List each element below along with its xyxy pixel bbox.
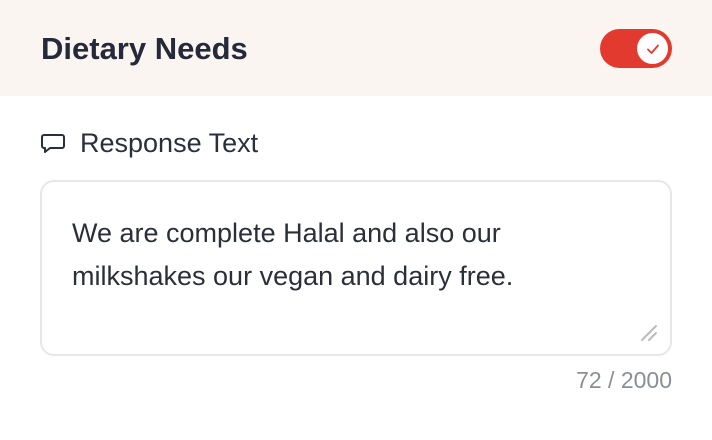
character-count: 72 / 2000 <box>576 367 672 393</box>
check-icon <box>645 41 661 57</box>
response-text-label-text: Response Text <box>80 128 259 158</box>
dietary-needs-toggle[interactable] <box>600 29 672 68</box>
speech-bubble-icon <box>40 130 66 156</box>
response-textarea-value: We are complete Halal and also our milks… <box>72 218 514 291</box>
section-title: Dietary Needs <box>41 31 248 66</box>
section-header: Dietary Needs <box>0 0 712 96</box>
resize-handle-icon[interactable] <box>638 322 660 344</box>
toggle-knob <box>637 33 668 64</box>
response-text-label: Response Text <box>40 125 258 161</box>
response-textarea[interactable]: We are complete Halal and also our milks… <box>40 180 672 356</box>
